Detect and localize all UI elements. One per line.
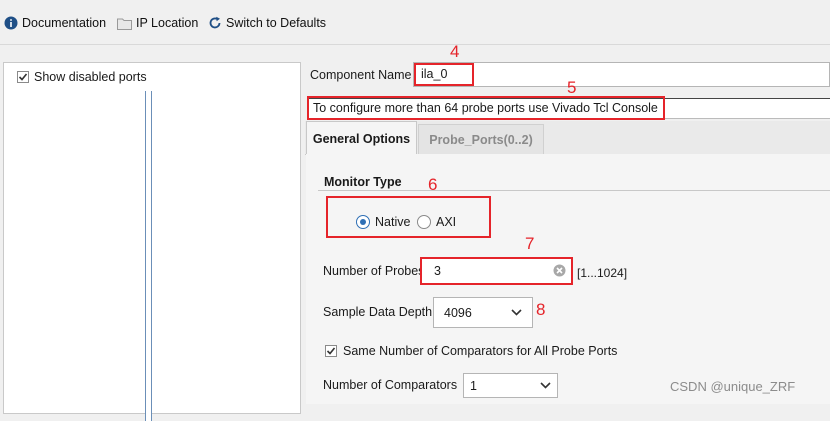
- sample-data-depth-select[interactable]: 4096: [433, 297, 533, 328]
- ip-location-button[interactable]: IP Location: [117, 14, 198, 32]
- number-of-comparators-label: Number of Comparators: [323, 378, 458, 392]
- symbol-port-line: [145, 91, 152, 421]
- chevron-down-icon: [511, 309, 522, 316]
- checkbox-checked-icon: [325, 345, 337, 357]
- checkbox-checked-icon: [17, 71, 29, 83]
- same-comparators-checkbox[interactable]: Same Number of Comparators for All Probe…: [325, 344, 617, 358]
- tab-general-options[interactable]: General Options: [306, 121, 417, 155]
- radio-unselected-icon: [417, 215, 431, 229]
- component-name-field-box: [413, 62, 830, 87]
- annotation-4: 4: [450, 42, 460, 61]
- number-of-comparators-value: 1: [470, 378, 477, 393]
- native-radio[interactable]: Native: [356, 215, 410, 229]
- same-comparators-label: Same Number of Comparators for All Probe…: [343, 344, 618, 358]
- documentation-button[interactable]: Documentation: [4, 14, 106, 32]
- sample-data-depth-value: 4096: [444, 305, 472, 320]
- monitor-type-title: Monitor Type: [324, 175, 402, 189]
- component-name-label: Component Name: [310, 68, 412, 82]
- annotation-6: 6: [428, 175, 438, 194]
- folder-icon: [117, 18, 132, 30]
- component-name-input[interactable]: ila_0: [414, 63, 474, 86]
- switch-defaults-label: Switch to Defaults: [226, 16, 327, 30]
- probes-range: [1...1024]: [577, 266, 628, 280]
- annotation-7: 7: [525, 234, 535, 253]
- refresh-icon: [209, 16, 221, 29]
- chevron-down-icon: [540, 382, 551, 389]
- notice-text: To configure more than 64 probe ports us…: [307, 96, 665, 120]
- axi-radio[interactable]: AXI: [417, 215, 456, 229]
- info-icon: [4, 16, 18, 30]
- annotation-5: 5: [567, 78, 577, 97]
- number-of-probes-label: Number of Probes: [323, 264, 425, 278]
- ip-location-label: IP Location: [136, 16, 199, 30]
- number-of-comparators-select[interactable]: 1: [463, 373, 558, 398]
- ports-panel: Show disabled ports: [3, 62, 301, 421]
- switch-defaults-button[interactable]: Switch to Defaults: [208, 14, 326, 32]
- native-label: Native: [375, 215, 411, 229]
- show-disabled-ports-checkbox[interactable]: Show disabled ports: [17, 70, 147, 84]
- documentation-label: Documentation: [22, 16, 107, 30]
- annotation-8: 8: [536, 300, 546, 319]
- section-divider: [318, 190, 830, 191]
- axi-label: AXI: [436, 215, 457, 229]
- watermark: CSDN @unique_ZRF: [670, 379, 796, 394]
- radio-selected-icon: [356, 215, 370, 229]
- clear-icon[interactable]: [553, 264, 566, 277]
- tab-probe-ports[interactable]: Probe_Ports(0..2): [418, 124, 544, 154]
- sample-data-depth-label: Sample Data Depth: [323, 305, 433, 319]
- number-of-probes-input[interactable]: 3: [420, 257, 573, 285]
- show-disabled-ports-label: Show disabled ports: [34, 70, 147, 84]
